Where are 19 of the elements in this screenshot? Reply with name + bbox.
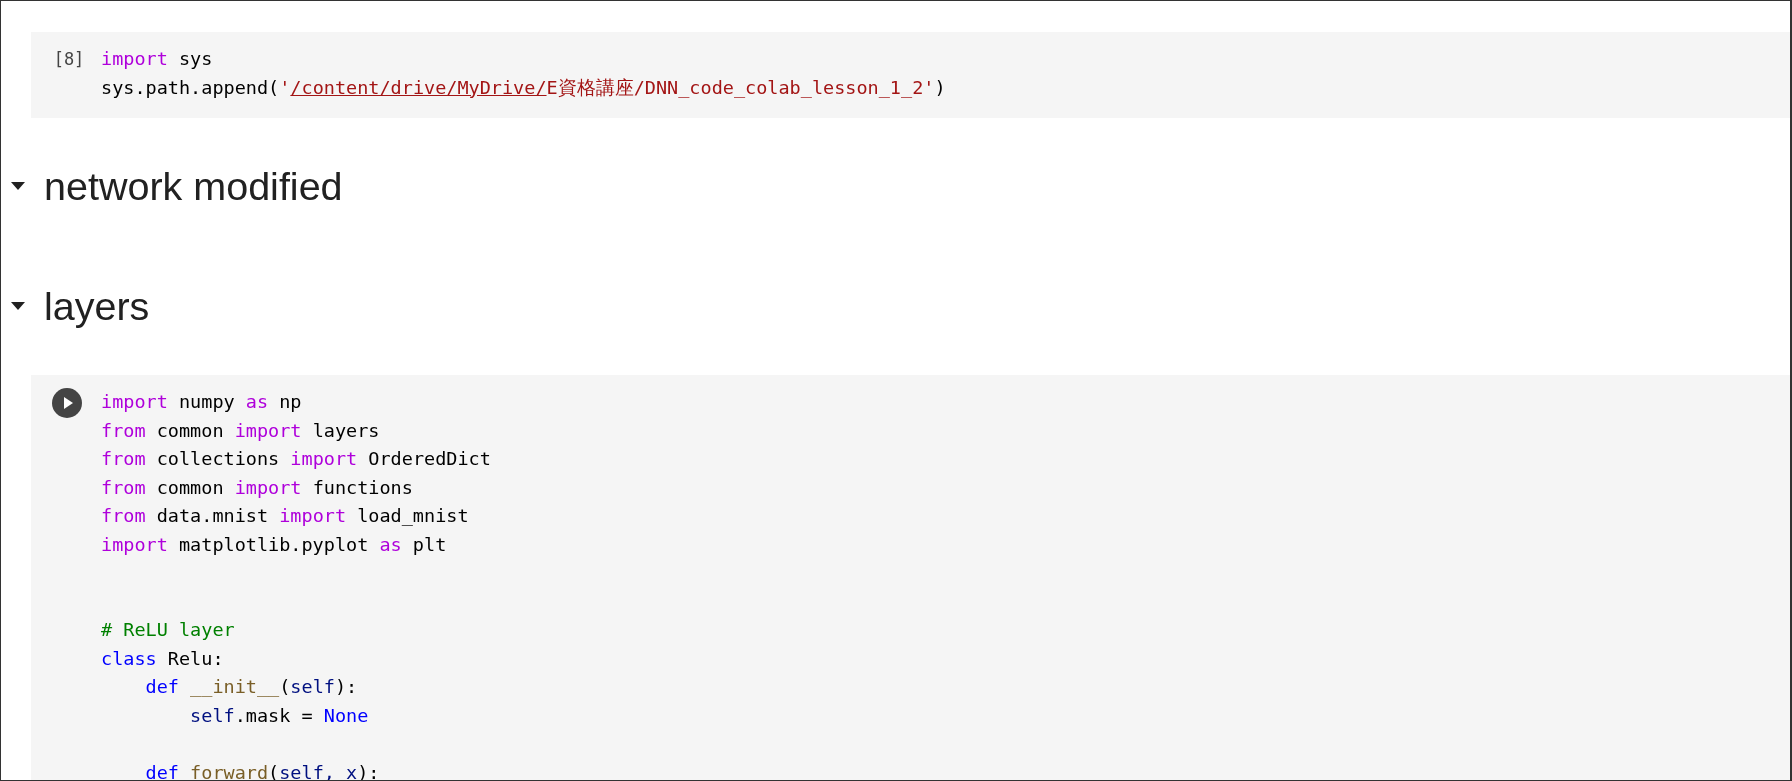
code-line: from data.mnist import load_mnist [101, 504, 470, 528]
code-line: import numpy as np [101, 390, 303, 414]
section-heading: layers [44, 283, 150, 329]
execution-count: [8] [53, 48, 85, 71]
code-line: sys.path.append('/content/drive/MyDrive/E資格講座/DNN_code_colab_lesson_1_2') [101, 75, 947, 100]
code-line: self.mask = None [189, 703, 370, 728]
code-line: from common import functions [101, 475, 414, 500]
code-line: def __init__(self): [144, 675, 359, 699]
code-line: class Relu: [101, 646, 225, 671]
code-line: from collections import OrderedDict [101, 447, 492, 471]
code-line: import matplotlib.pyplot as plt [101, 532, 448, 557]
caret-icon[interactable] [11, 182, 25, 190]
section-heading: network modified [44, 163, 343, 209]
code-line: # ReLU layer [101, 618, 236, 642]
caret-icon[interactable] [11, 302, 25, 310]
path-link[interactable]: /content/drive/MyDrive/ [290, 76, 547, 98]
code-line: import sys [101, 47, 214, 71]
code-line: from common import layers [101, 418, 381, 443]
run-button-icon[interactable] [51, 388, 82, 418]
